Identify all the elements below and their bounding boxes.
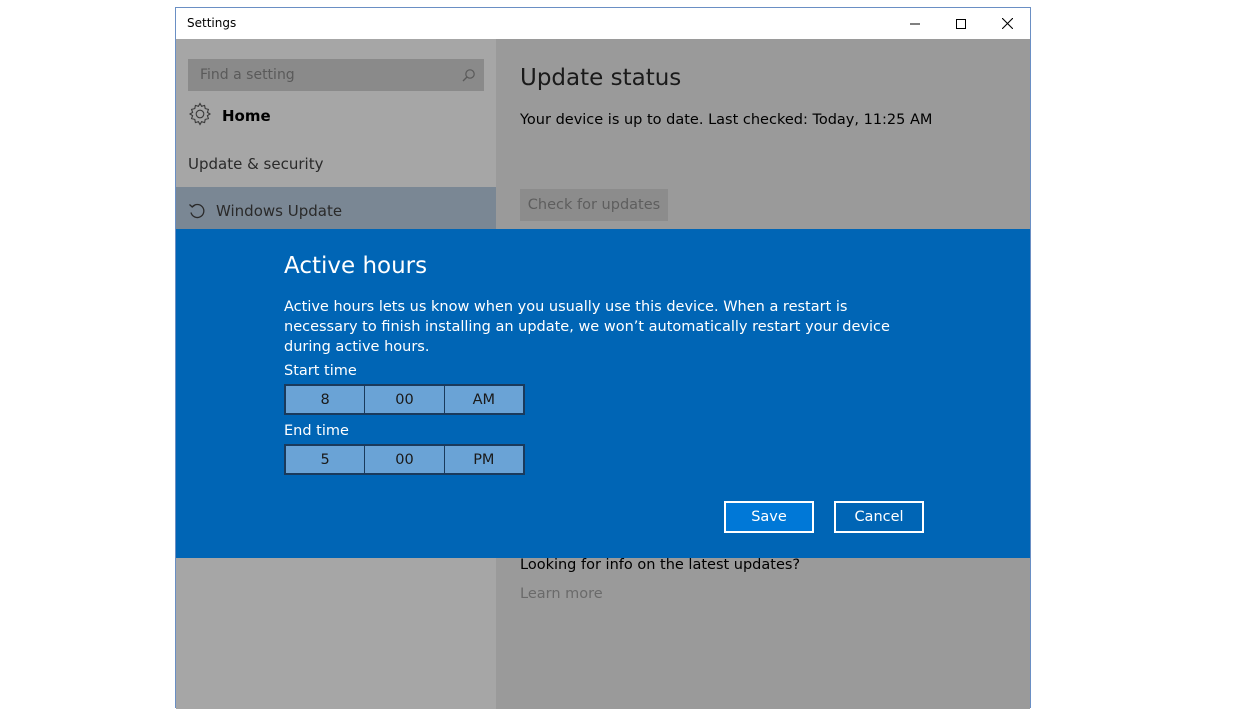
minimize-icon xyxy=(910,23,920,24)
learn-more-link[interactable]: Learn more xyxy=(520,586,603,602)
search-placeholder: Find a setting xyxy=(200,67,295,83)
sidebar-item-windows-update[interactable]: Windows Update xyxy=(176,187,496,235)
refresh-icon xyxy=(188,202,206,224)
window-content: Find a setting Home Update & security Wi… xyxy=(176,39,1030,709)
sidebar-item-home[interactable]: Home xyxy=(188,102,271,130)
maximize-button[interactable] xyxy=(938,8,984,39)
save-button[interactable]: Save xyxy=(724,501,814,533)
title-bar: Settings xyxy=(176,8,1030,39)
search-box[interactable]: Find a setting xyxy=(188,59,484,91)
gear-icon xyxy=(188,102,212,130)
home-label: Home xyxy=(222,107,271,125)
update-status-text: Your device is up to date. Last checked:… xyxy=(520,112,933,128)
end-time-picker[interactable]: 5 00 PM xyxy=(284,444,525,475)
start-time-picker[interactable]: 8 00 AM xyxy=(284,384,525,415)
close-button[interactable] xyxy=(984,8,1030,39)
end-minute[interactable]: 00 xyxy=(365,446,445,473)
active-hours-dialog: Active hours Active hours lets us know w… xyxy=(176,229,1030,558)
section-title: Update & security xyxy=(188,155,324,173)
update-status-heading: Update status xyxy=(520,65,682,91)
start-time-label: Start time xyxy=(284,363,357,379)
start-hour[interactable]: 8 xyxy=(286,386,366,413)
close-icon xyxy=(1001,18,1013,29)
cancel-button[interactable]: Cancel xyxy=(834,501,924,533)
end-period[interactable]: PM xyxy=(445,446,523,473)
end-time-label: End time xyxy=(284,423,349,439)
search-icon[interactable] xyxy=(462,67,476,86)
dialog-title: Active hours xyxy=(284,253,428,279)
end-hour[interactable]: 5 xyxy=(286,446,366,473)
windows-update-label: Windows Update xyxy=(216,202,343,220)
check-for-updates-button[interactable]: Check for updates xyxy=(520,189,668,221)
dialog-description: Active hours lets us know when you usual… xyxy=(284,299,890,355)
start-minute[interactable]: 00 xyxy=(365,386,445,413)
start-period[interactable]: AM xyxy=(445,386,523,413)
latest-updates-info-text: Looking for info on the latest updates? xyxy=(520,557,801,573)
maximize-icon xyxy=(956,18,966,29)
minimize-button[interactable] xyxy=(892,8,938,39)
window-title: Settings xyxy=(187,16,237,30)
settings-window: Settings Find a setting Home Update & se… xyxy=(175,7,1031,709)
